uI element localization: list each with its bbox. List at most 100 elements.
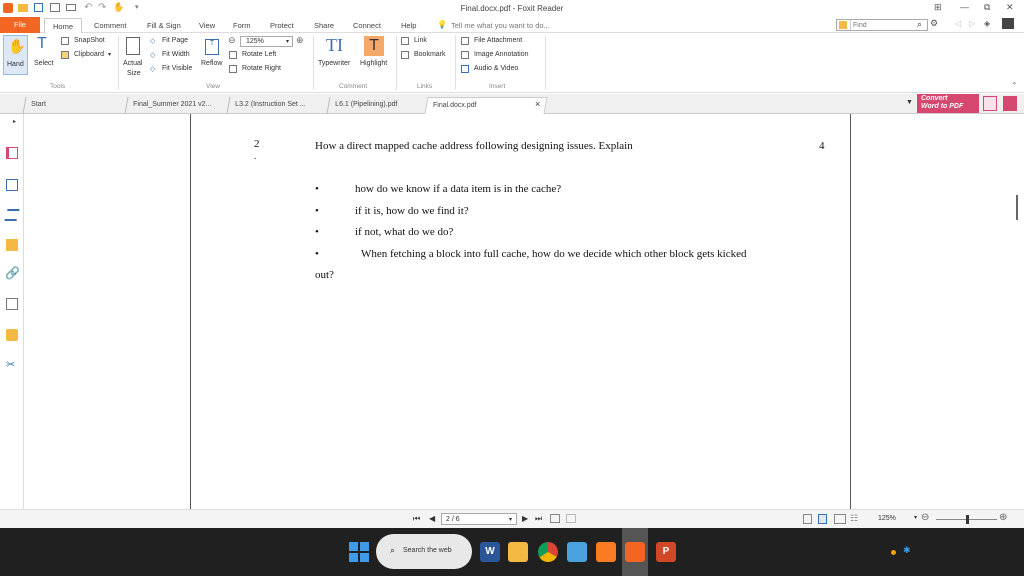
- fit-width-button[interactable]: Fit Width: [162, 51, 190, 58]
- last-page-icon[interactable]: ⏭: [535, 514, 542, 524]
- search-icon[interactable]: ⌕: [917, 19, 922, 30]
- image-annotation-button[interactable]: Image Annotation: [474, 51, 529, 58]
- powerpoint-icon[interactable]: P: [656, 542, 676, 562]
- zoom-select[interactable]: 125% ▾: [240, 36, 293, 47]
- link-button[interactable]: Link: [414, 37, 427, 44]
- skin-icon[interactable]: ◈: [984, 19, 990, 28]
- bookmarks-icon[interactable]: [6, 147, 18, 159]
- reflow-label: Reflow: [201, 60, 223, 67]
- typewriter-button[interactable]: TI Typewriter: [316, 35, 356, 75]
- select-tool-button[interactable]: T Select: [31, 35, 57, 75]
- word-app-icon[interactable]: W: [480, 542, 500, 562]
- collapse-ribbon-icon[interactable]: ⌃: [1011, 81, 1018, 90]
- status-bar: ⏮ ◀ 2 / 6 ▾ ▶ ⏭ ☷ 125% ▾ ⊖ ⊕: [0, 509, 1024, 528]
- layers-icon[interactable]: [4, 209, 20, 221]
- hand-tool-button[interactable]: ✋ Hand: [3, 35, 28, 75]
- file-explorer-icon[interactable]: [508, 542, 528, 562]
- page-number-input[interactable]: 2 / 6 ▾: [441, 513, 517, 525]
- previous-view-icon[interactable]: [550, 514, 560, 523]
- zoom-slider-thumb[interactable]: [966, 515, 969, 524]
- tab-final-docx[interactable]: Final.docx.pdf: [424, 97, 548, 114]
- windows-start-icon[interactable]: [349, 542, 369, 562]
- audio-video-button[interactable]: Audio & Video: [474, 65, 518, 72]
- menu-comment[interactable]: Comment: [94, 21, 127, 30]
- menu-view[interactable]: View: [199, 21, 215, 30]
- foxit-reader-taskbar-icon[interactable]: [622, 528, 648, 576]
- menu-share[interactable]: Share: [314, 21, 334, 30]
- expand-panel-icon[interactable]: ▸: [13, 118, 16, 125]
- xampp-icon[interactable]: [596, 542, 616, 562]
- tab-start[interactable]: Start: [22, 97, 126, 114]
- tab-close-icon[interactable]: ×: [535, 99, 540, 109]
- nav-back-icon[interactable]: ◁: [955, 19, 961, 28]
- clipboard-button[interactable]: Clipboard: [74, 51, 104, 58]
- tab-instruction-set[interactable]: L3.2 (Instruction Set ...: [226, 97, 326, 114]
- next-page-icon[interactable]: ▶: [522, 514, 528, 523]
- rotate-left-button[interactable]: Rotate Left: [242, 51, 276, 58]
- continuous-view-icon[interactable]: [818, 514, 827, 524]
- status-zoom-out-icon[interactable]: ⊖: [921, 512, 929, 523]
- restore-ribbon-icon[interactable]: ⊞: [934, 2, 942, 13]
- single-page-view-icon[interactable]: [803, 514, 812, 524]
- title-bar: ↶ ↷ ✋ ▾ Final.docx.pdf - Foxit Reader ⊞ …: [0, 0, 1024, 17]
- facing-view-icon[interactable]: [834, 514, 846, 524]
- tab-final-summer[interactable]: Final_Summer 2021 v2...: [124, 97, 228, 114]
- zoom-out-icon[interactable]: ⊖: [228, 35, 236, 46]
- clipboard-dropdown-icon[interactable]: ▾: [108, 51, 111, 58]
- menu-form[interactable]: Form: [233, 21, 251, 30]
- continuous-facing-view-icon[interactable]: ☷: [850, 513, 858, 524]
- menu-connect[interactable]: Connect: [353, 21, 381, 30]
- minimize-button[interactable]: —: [960, 2, 969, 12]
- vertical-scrollbar-thumb[interactable]: [1016, 195, 1018, 220]
- group-label-tools: Tools: [50, 83, 66, 90]
- comments-panel-icon[interactable]: [6, 239, 18, 251]
- find-input[interactable]: [850, 20, 912, 30]
- close-button[interactable]: ✕: [1006, 2, 1014, 13]
- bookmark-icon: [401, 51, 409, 59]
- bookmark-button[interactable]: Bookmark: [414, 51, 446, 58]
- menu-help[interactable]: Help: [401, 21, 416, 30]
- maximize-button[interactable]: ⧉: [984, 2, 990, 13]
- zoom-in-icon[interactable]: ⊕: [296, 35, 304, 46]
- account-icon[interactable]: [1002, 18, 1014, 29]
- tab-pipelining[interactable]: L6.1 (Pipelining).pdf: [326, 97, 426, 114]
- tools-wizard-icon[interactable]: ✂: [6, 358, 15, 371]
- rotate-right-button[interactable]: Rotate Right: [242, 65, 281, 72]
- zoom-dropdown-icon[interactable]: ▾: [914, 514, 917, 521]
- group-label-insert: Insert: [489, 83, 506, 90]
- tell-me-input[interactable]: Tell me what you want to do...: [451, 21, 550, 30]
- next-view-icon[interactable]: [566, 514, 576, 523]
- pages-icon[interactable]: [6, 179, 18, 191]
- pdf-convert-icon[interactable]: [1003, 96, 1017, 111]
- first-page-icon[interactable]: ⏮: [413, 514, 420, 524]
- status-zoom-value: 125%: [878, 515, 896, 522]
- menu-fill-sign[interactable]: Fill & Sign: [147, 21, 181, 30]
- menu-protect[interactable]: Protect: [270, 21, 294, 30]
- security-lock-icon[interactable]: [6, 329, 18, 341]
- taskbar-search-box[interactable]: ⌕ Search the web: [376, 534, 472, 569]
- word-to-pdf-icon[interactable]: [983, 96, 997, 111]
- tablet-app-icon[interactable]: [567, 542, 587, 562]
- fit-page-button[interactable]: Fit Page: [162, 37, 188, 44]
- prev-page-icon[interactable]: ◀: [429, 514, 435, 523]
- nav-forward-icon[interactable]: ▷: [969, 19, 975, 28]
- bullet-marker: •: [315, 248, 319, 260]
- bluetooth-icon[interactable]: ✱: [903, 545, 911, 556]
- chrome-icon[interactable]: [538, 542, 558, 562]
- highlight-button[interactable]: T Highlight: [358, 35, 392, 75]
- actual-size-button[interactable]: Actual Size: [121, 35, 147, 83]
- fit-visible-button[interactable]: Fit Visible: [162, 65, 192, 72]
- convert-word-to-pdf-button[interactable]: Convert Word to PDF: [917, 94, 979, 113]
- menu-file[interactable]: File: [0, 17, 40, 33]
- snapshot-button[interactable]: SnapShot: [74, 37, 105, 44]
- settings-gear-icon[interactable]: ⚙: [930, 18, 938, 29]
- status-zoom-in-icon[interactable]: ⊕: [999, 512, 1007, 523]
- bullet-item: how do we know if a data item is in the …: [355, 183, 562, 195]
- file-attachment-button[interactable]: File Attachment: [474, 37, 522, 44]
- attachments-icon[interactable]: 🔗: [5, 266, 20, 280]
- menu-home[interactable]: Home: [44, 18, 83, 34]
- tab-list-dropdown-icon[interactable]: ▼: [906, 99, 913, 106]
- signatures-icon[interactable]: [6, 298, 18, 310]
- reflow-button[interactable]: T Reflow: [198, 35, 226, 75]
- find-box[interactable]: [836, 19, 928, 31]
